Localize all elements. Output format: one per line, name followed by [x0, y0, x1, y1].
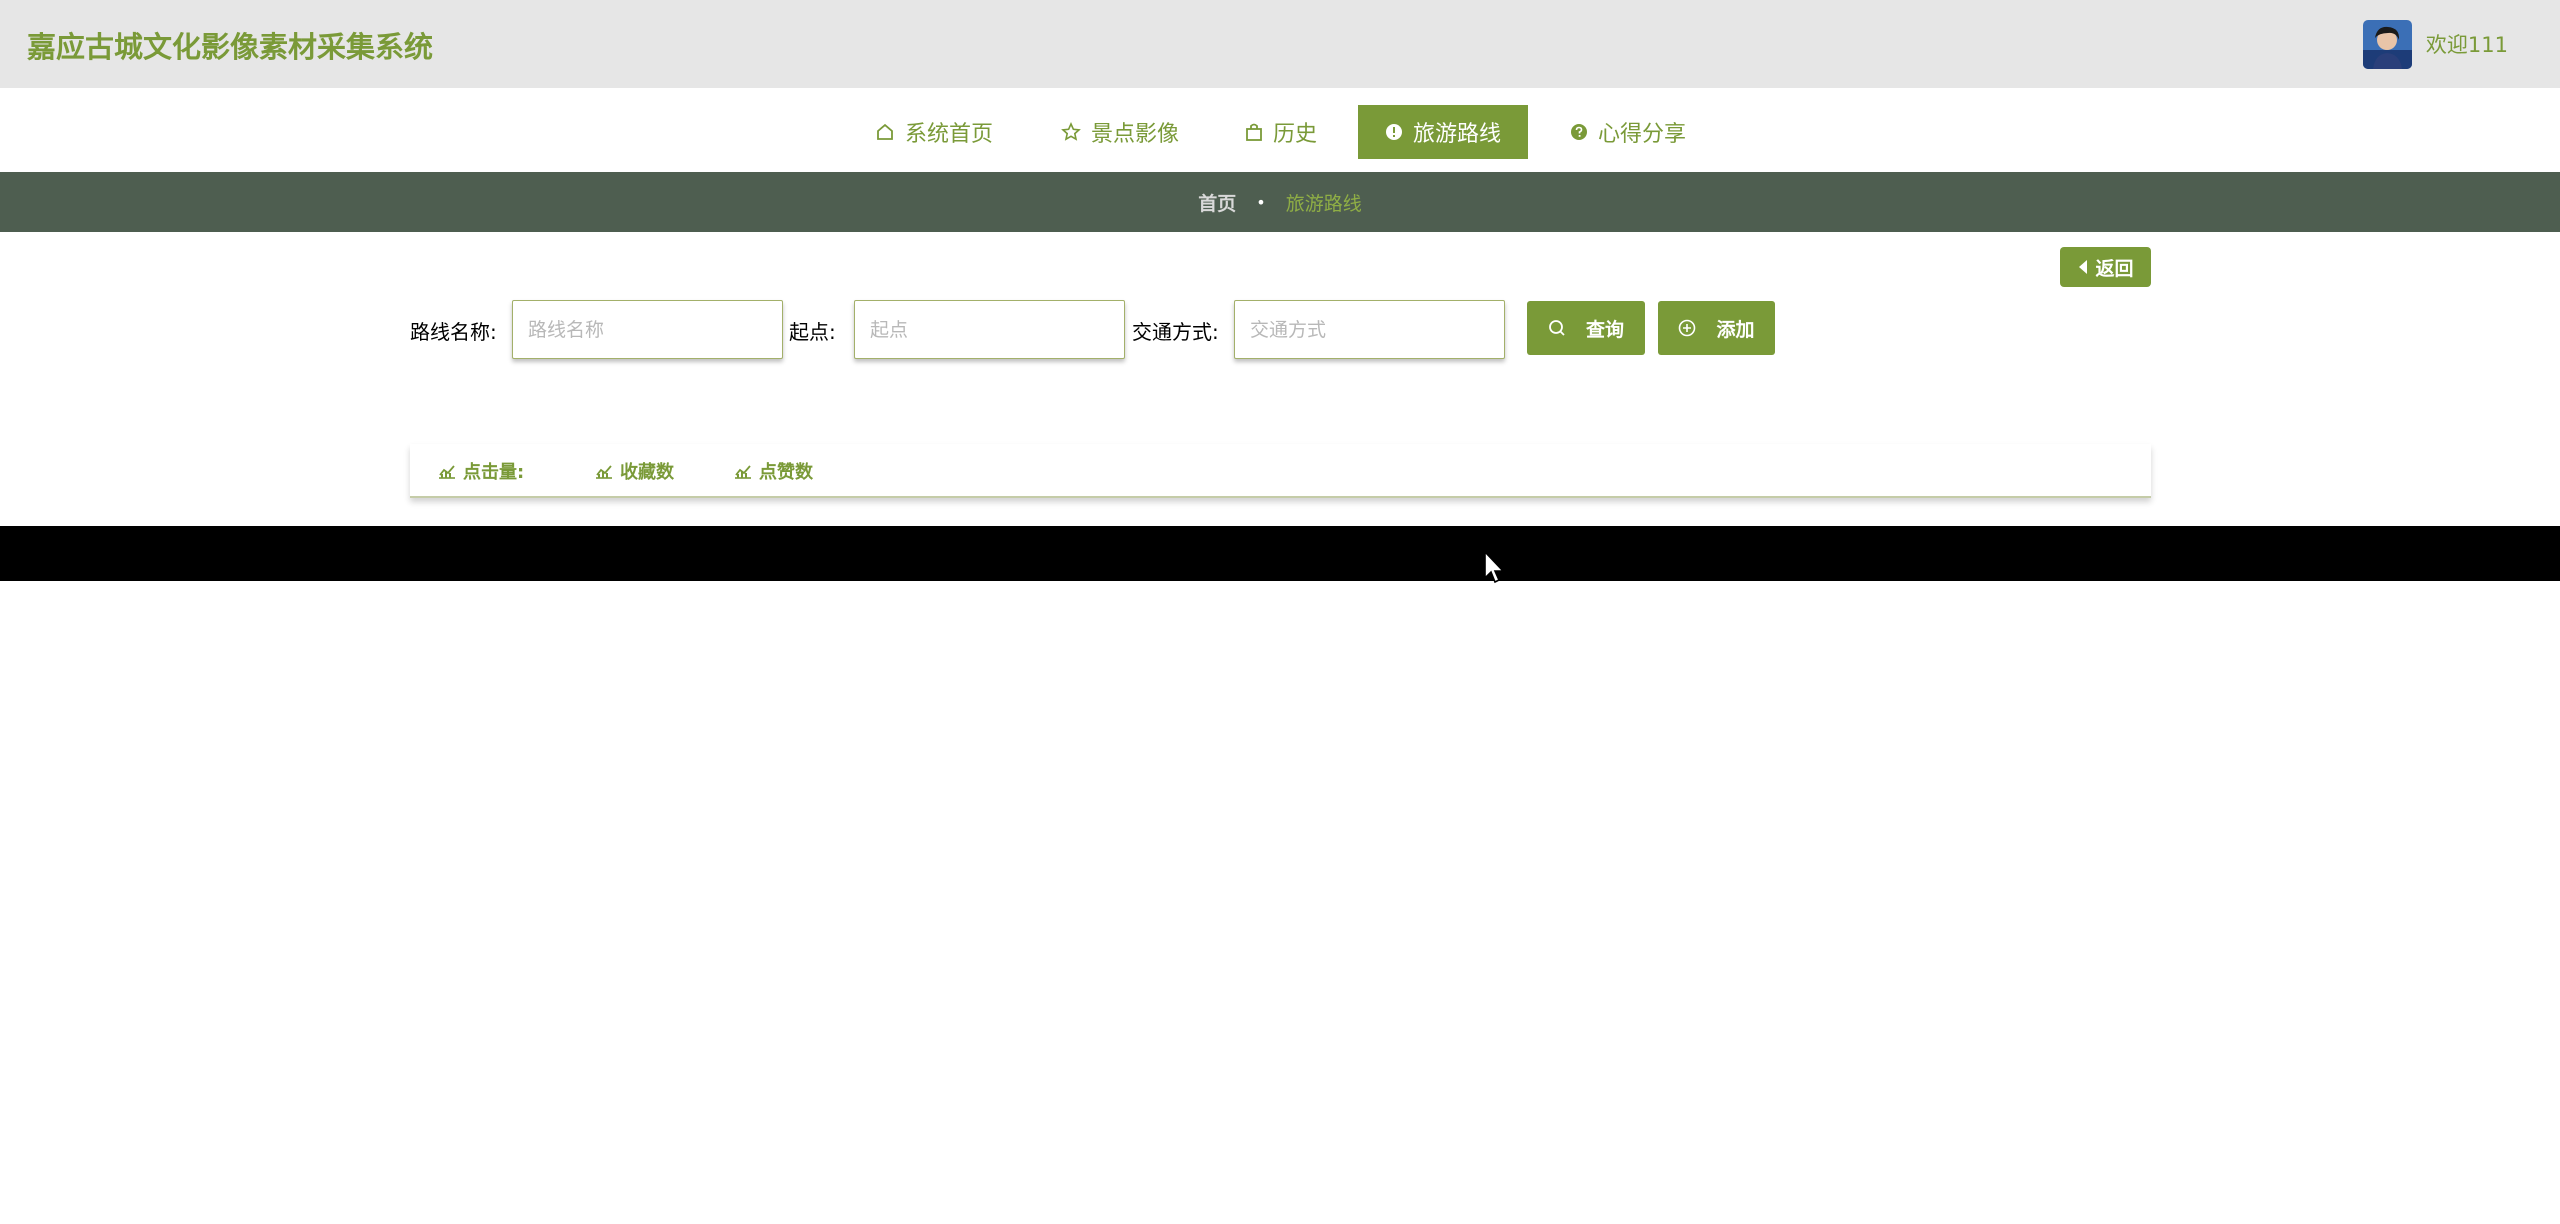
sort-stats-bar: 点击量: 收藏数 点赞数	[410, 444, 2151, 498]
route-name-input[interactable]	[512, 300, 783, 359]
nav-item-travel-routes[interactable]: 旅游路线	[1358, 105, 1529, 159]
search-icon	[1549, 320, 1565, 336]
back-button[interactable]: 返回	[2060, 247, 2151, 287]
alert-circle-icon	[1386, 124, 1402, 140]
sort-by-likes[interactable]: 点赞数	[734, 458, 813, 484]
chart-trend-icon	[596, 465, 612, 479]
add-button-label: 添加	[1716, 318, 1755, 341]
nav-item-label: 心得分享	[1598, 122, 1687, 147]
breadcrumb-home[interactable]: 首页	[1198, 189, 1236, 216]
route-name-label: 路线名称:	[410, 320, 497, 344]
mouse-cursor-icon	[1484, 550, 1505, 584]
welcome-text: 欢迎111	[2425, 33, 2508, 57]
nav-item-history[interactable]: 历史	[1218, 105, 1344, 159]
chart-trend-icon	[439, 465, 455, 479]
star-icon	[1061, 122, 1081, 141]
bag-icon	[1246, 123, 1262, 141]
user-box[interactable]: 欢迎111	[2362, 19, 2508, 69]
nav-item-home[interactable]: 系统首页	[848, 105, 1020, 159]
query-button[interactable]: 查询	[1527, 301, 1645, 355]
home-icon	[877, 123, 893, 140]
nav-item-scenic-images[interactable]: 景点影像	[1034, 105, 1206, 159]
add-circle-icon	[1679, 319, 1696, 337]
nav-item-experience-share[interactable]: 心得分享	[1543, 105, 1713, 159]
nav-item-label: 系统首页	[905, 122, 994, 147]
main-nav: 系统首页 景点影像 历史 旅游路线 心得分享	[0, 88, 2560, 172]
breadcrumb-separator: •	[1256, 192, 1266, 212]
transport-label: 交通方式:	[1132, 320, 1219, 344]
chart-trend-icon	[735, 465, 751, 479]
add-button[interactable]: 添加	[1658, 301, 1775, 355]
top-header: 嘉应古城文化影像素材采集系统 欢迎111	[0, 0, 2560, 88]
back-button-label: 返回	[2095, 257, 2134, 280]
sort-by-clicks[interactable]: 点击量:	[438, 458, 524, 484]
likes-label: 点赞数	[759, 462, 813, 483]
site-title: 嘉应古城文化影像素材采集系统	[27, 30, 434, 64]
footer-bar	[0, 526, 2560, 581]
caret-left-icon	[2079, 260, 2088, 274]
query-button-label: 查询	[1585, 318, 1624, 341]
nav-item-label: 历史	[1273, 122, 1318, 147]
clicks-label: 点击量:	[463, 462, 525, 483]
favorites-label: 收藏数	[620, 462, 674, 483]
breadcrumb-current: 旅游路线	[1285, 192, 1362, 215]
nav-item-label: 景点影像	[1091, 122, 1180, 147]
question-circle-icon	[1571, 124, 1587, 140]
start-label: 起点:	[789, 320, 836, 344]
transport-input[interactable]	[1234, 300, 1505, 359]
sort-by-favorites[interactable]: 收藏数	[595, 458, 674, 484]
nav-item-label: 旅游路线	[1413, 122, 1502, 147]
avatar[interactable]	[2362, 19, 2412, 69]
breadcrumb: 首页 • 旅游路线	[0, 172, 2560, 232]
start-input[interactable]	[854, 300, 1125, 359]
